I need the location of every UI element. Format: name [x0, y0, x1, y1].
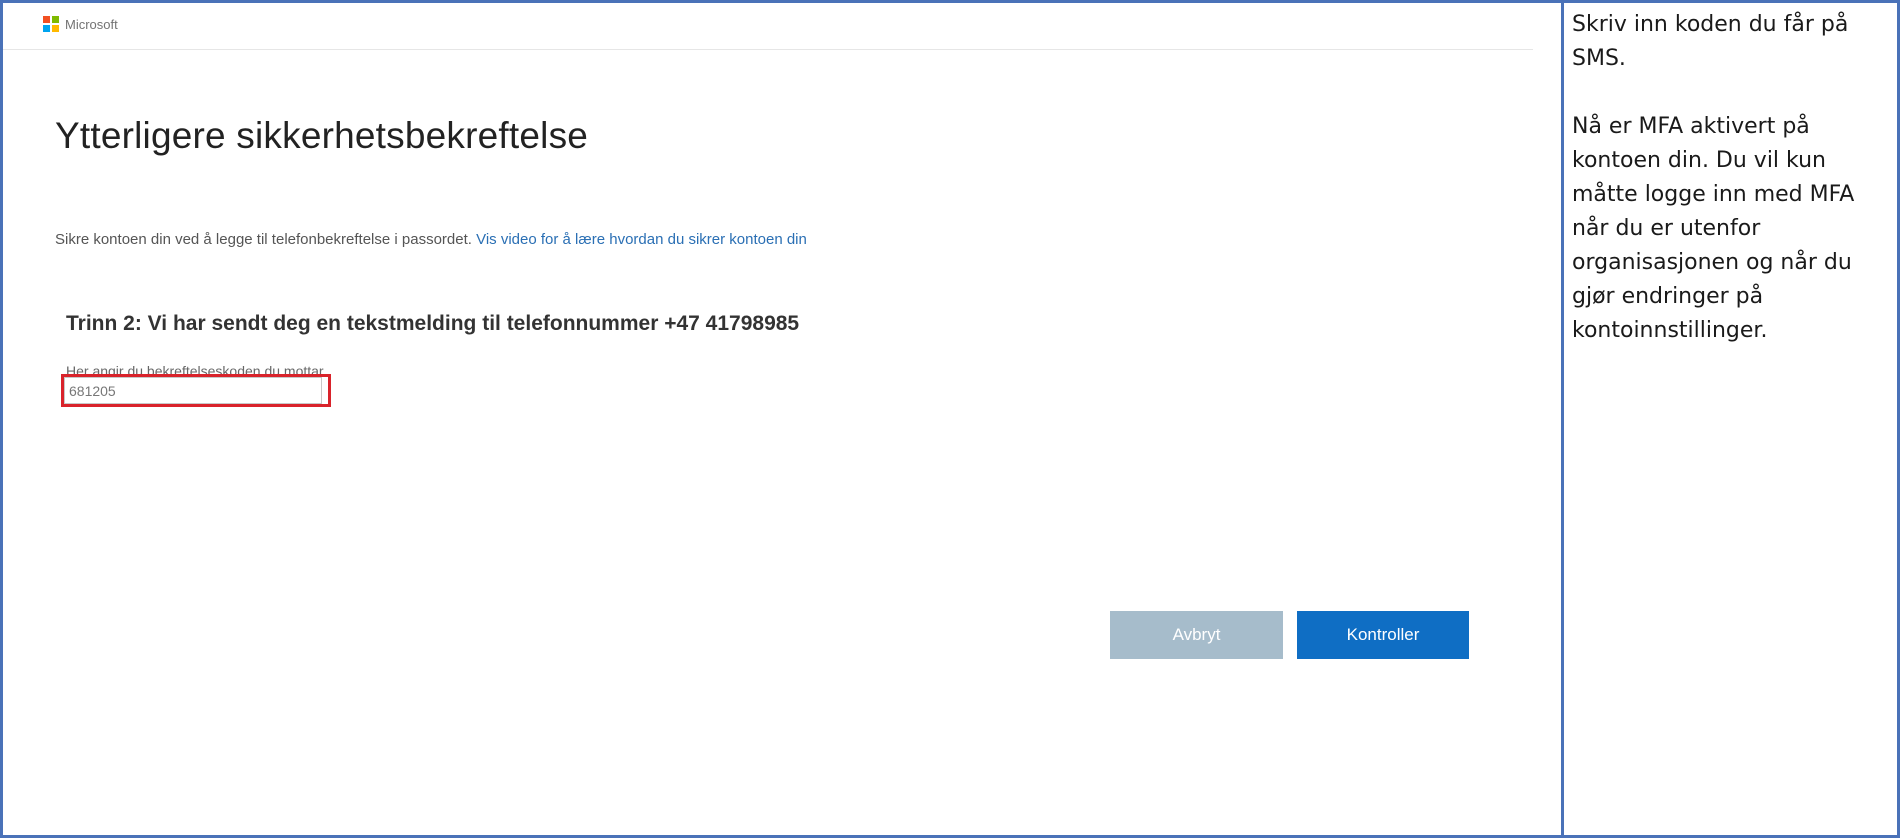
instruction-text-2: Nå er MFA aktivert på kontoen din. Du vi… [1572, 114, 1855, 343]
page-title: Ytterligere sikkerhetsbekreftelse [55, 115, 589, 156]
panel-divider [1561, 0, 1564, 838]
verify-button[interactable]: Kontroller [1297, 611, 1469, 659]
instructions-panel: Skriv inn koden du får på SMS. Nå er MFA… [1572, 8, 1896, 382]
page-header: Microsoft [3, 3, 1533, 50]
verification-code-input[interactable] [64, 377, 322, 404]
microsoft-verification-page: Microsoft Ytterligere sikkerhetsbekrefte… [3, 3, 1561, 835]
microsoft-logo: Microsoft [43, 16, 118, 32]
video-help-link[interactable]: Vis video for å lære hvordan du sikrer k… [476, 231, 807, 248]
step-heading: Trinn 2: Vi har sendt deg en tekstmeldin… [66, 312, 800, 335]
microsoft-logo-icon [43, 16, 59, 32]
page-description: Sikre kontoen din ved å legge til telefo… [55, 231, 807, 248]
instruction-text-1: Skriv inn koden du får på SMS. [1572, 12, 1849, 71]
cancel-button[interactable]: Avbryt [1110, 611, 1283, 659]
microsoft-logo-text: Microsoft [65, 16, 118, 32]
description-text: Sikre kontoen din ved å legge til telefo… [55, 231, 472, 248]
